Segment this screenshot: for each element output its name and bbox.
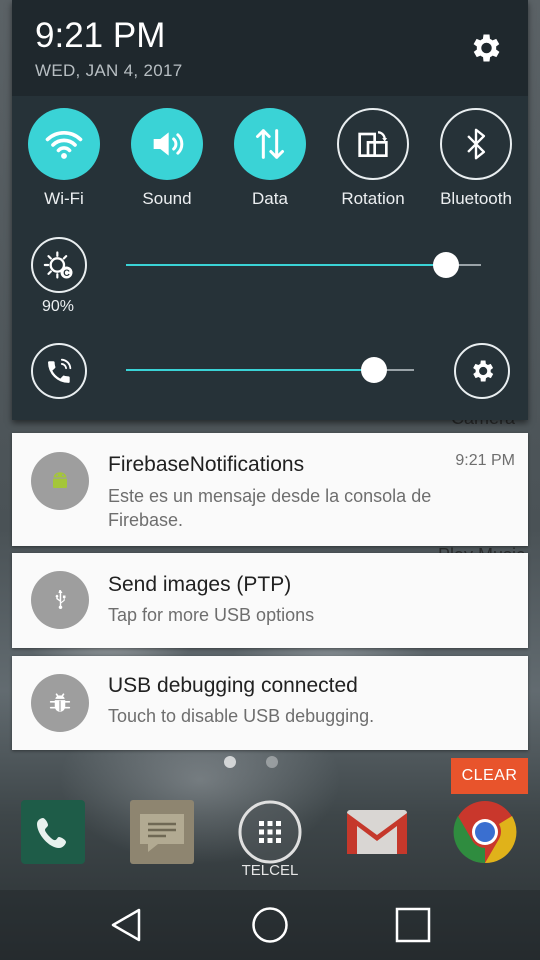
usb-icon — [31, 571, 89, 629]
clear-all-button[interactable]: CLEAR — [451, 758, 528, 794]
wifi-icon — [28, 108, 100, 180]
gmail-icon[interactable] — [345, 800, 409, 864]
notification-text: Touch to disable USB debugging. — [108, 706, 375, 726]
notification-text: Este es un mensaje desde la consola de F… — [108, 486, 432, 530]
ringer-volume-icon[interactable] — [31, 343, 87, 399]
svg-text:C: C — [63, 268, 70, 278]
tile-label: Sound — [142, 189, 192, 208]
tile-wifi[interactable]: Wi-Fi — [12, 108, 116, 209]
volume-slider-thumb[interactable] — [361, 357, 387, 383]
tile-bluetooth[interactable]: Bluetooth — [424, 108, 528, 209]
notification-title: USB debugging connected — [108, 674, 358, 697]
notification-usb-ptp[interactable]: Send images (PTP) Tap for more USB optio… — [12, 553, 528, 648]
page-indicator-dot — [266, 756, 278, 768]
messaging-icon[interactable] — [130, 800, 194, 864]
brightness-percent: 90% — [41, 298, 75, 315]
date: WED, JAN 4, 2017 — [35, 61, 183, 80]
notification-usb-debugging[interactable]: USB debugging connected Touch to disable… — [12, 656, 528, 750]
phone-icon[interactable] — [21, 800, 85, 864]
notification-title: Send images (PTP) — [108, 573, 292, 596]
rotation-icon — [337, 108, 409, 180]
tile-sound[interactable]: Sound — [115, 108, 219, 209]
auto-brightness-icon[interactable]: C — [31, 237, 87, 293]
chrome-icon[interactable] — [453, 800, 517, 864]
android-icon — [31, 452, 89, 510]
recents-icon[interactable] — [391, 903, 435, 947]
data-transfer-icon — [234, 108, 306, 180]
tile-data[interactable]: Data — [218, 108, 322, 209]
sound-settings-gear-icon[interactable] — [454, 343, 510, 399]
apps-icon[interactable] — [238, 800, 302, 864]
notification-title: FirebaseNotifications — [108, 453, 305, 476]
carrier-label: TELCEL — [241, 862, 299, 879]
tile-label: Bluetooth — [440, 189, 512, 208]
quick-settings-header: 9:21 PM WED, JAN 4, 2017 — [12, 0, 528, 96]
tile-rotation[interactable]: Rotation — [321, 108, 425, 209]
quick-settings-panel: 9:21 PM WED, JAN 4, 2017 Wi-Fi Sound Dat… — [12, 0, 528, 420]
notification-text: Tap for more USB options — [108, 605, 315, 625]
tile-label: Data — [252, 189, 288, 208]
notification-time: 9:21 PM — [455, 452, 515, 469]
clock: 9:21 PM — [35, 16, 166, 55]
home-icon[interactable] — [248, 903, 292, 947]
brightness-slider-thumb[interactable] — [433, 252, 459, 278]
notification-firebase[interactable]: FirebaseNotifications 9:21 PM Este es un… — [12, 433, 528, 546]
bug-icon — [31, 674, 89, 732]
volume-icon — [131, 108, 203, 180]
bluetooth-icon — [440, 108, 512, 180]
tile-label: Rotation — [341, 189, 405, 208]
back-icon[interactable] — [104, 903, 148, 947]
settings-gear-icon[interactable] — [467, 30, 503, 66]
page-indicator-dot — [224, 756, 236, 768]
tile-label: Wi-Fi — [44, 189, 84, 208]
